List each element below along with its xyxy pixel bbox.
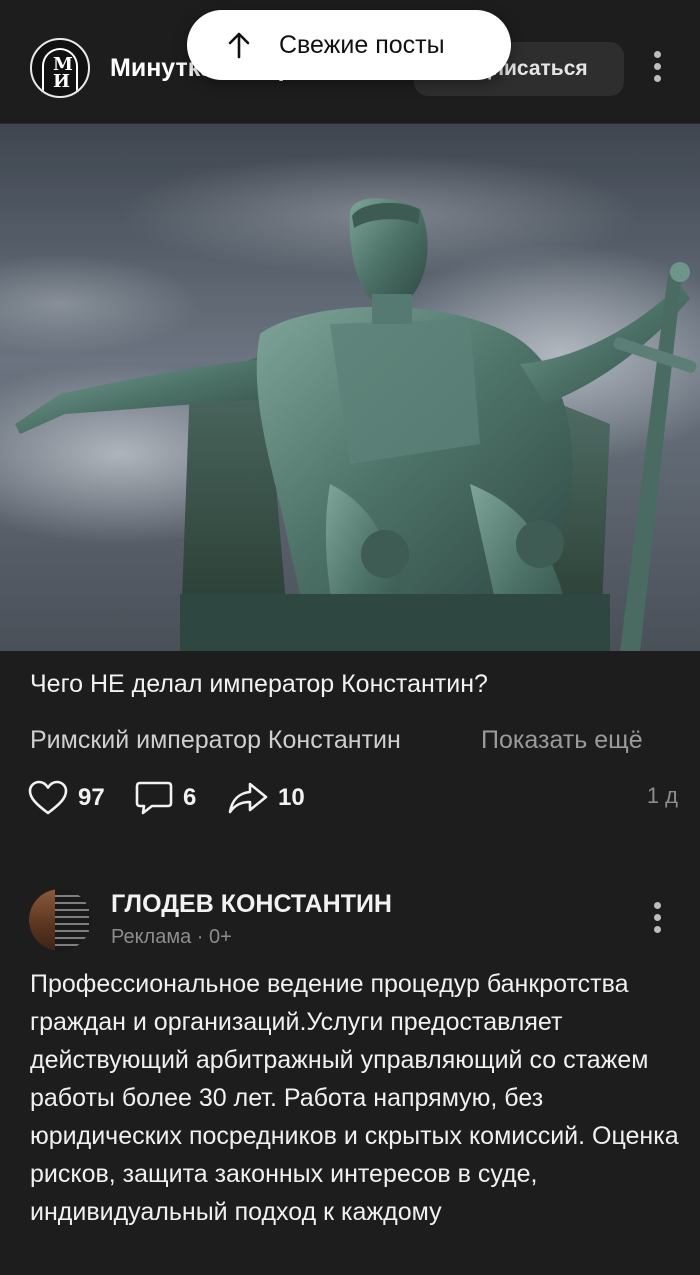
ad-more-options-icon[interactable] [652,902,662,938]
post-age: 1 д [646,783,678,808]
share-count: 10 [278,784,305,811]
avatar-text-lines [55,895,89,947]
show-more-link[interactable]: Показать ещё [481,726,643,755]
more-options-icon[interactable] [652,51,662,87]
comment-button[interactable]: 6 [135,780,196,816]
heart-icon [28,780,68,815]
comment-count: 6 [183,784,197,811]
fresh-posts-label: Свежие посты [279,31,445,59]
share-button[interactable]: 10 [228,780,305,816]
post-title[interactable]: Чего НЕ делал император Константин? [30,670,488,699]
share-icon [228,782,268,814]
ad-label: Реклама · 0+ [111,926,232,948]
statue-illustration [0,124,700,651]
ad-author-name[interactable]: ГЛОДЕВ КОНСТАНТИН [111,890,392,919]
ad-author-avatar[interactable] [29,889,91,951]
like-count: 97 [78,784,105,811]
logo-letter-bottom: И [53,71,71,92]
channel-logo[interactable]: М И [30,38,90,98]
comment-icon [135,781,173,815]
arrow-up-icon [228,32,250,59]
fresh-posts-toast[interactable]: Свежие посты [187,10,511,80]
post-excerpt[interactable]: Римский император Константин [30,726,550,755]
like-button[interactable]: 97 [28,780,105,816]
avatar-face [29,889,55,951]
ad-text[interactable]: Профессиональное ведение процедур банкро… [30,965,680,1231]
post-image[interactable] [0,124,700,651]
